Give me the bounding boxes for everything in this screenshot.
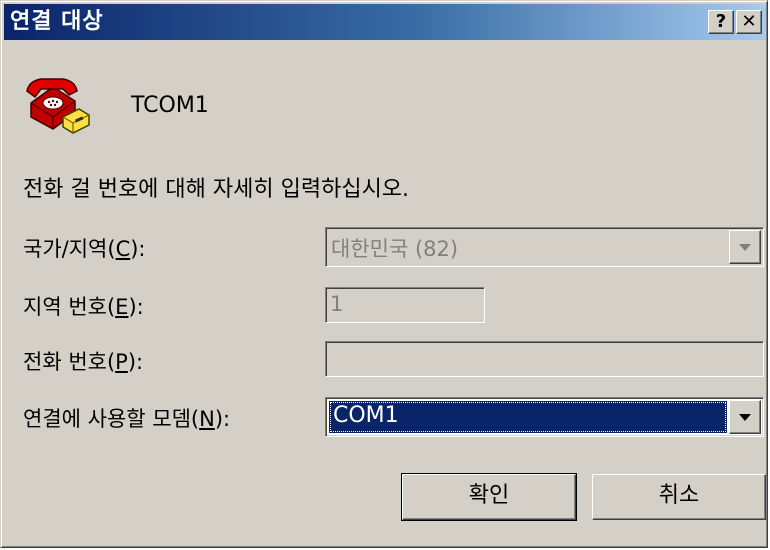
area-code-label: 지역 번호(E):: [23, 291, 144, 321]
modem-value: COM1: [333, 403, 399, 428]
ok-button[interactable]: 확인: [401, 473, 577, 521]
area-code-label-key: E: [115, 295, 129, 319]
connection-name: TCOM1: [131, 93, 209, 118]
modem-label-pre: 연결에 사용할 모뎀(: [23, 407, 200, 431]
country-select[interactable]: 대한민국 (82): [325, 227, 764, 267]
close-button[interactable]: ✕: [736, 10, 762, 34]
modem-select[interactable]: COM1: [325, 397, 764, 437]
window-title: 연결 대상: [10, 9, 104, 34]
phone-number-label-key: P: [115, 350, 128, 374]
country-label: 국가/지역(C):: [23, 233, 146, 263]
chevron-down-icon: [739, 414, 751, 421]
phone-number-label-pre: 전화 번호(: [23, 350, 116, 374]
close-icon: ✕: [741, 11, 757, 32]
country-label-pre: 국가/지역(: [23, 237, 116, 261]
title-bar[interactable]: 연결 대상 ? ✕: [4, 4, 766, 40]
modem-label: 연결에 사용할 모뎀(N):: [23, 403, 230, 433]
area-code-label-post: ):: [128, 295, 144, 319]
modem-selected-item: COM1: [329, 401, 727, 433]
country-dropdown-button[interactable]: [729, 230, 761, 264]
area-code-value: 1: [330, 292, 344, 316]
phone-number-label: 전화 번호(P):: [23, 346, 143, 376]
telephone-icon: [26, 78, 90, 134]
connect-to-dialog: 연결 대상 ? ✕ TCOM1 전화 걸 번호에 대해 자세히 입력하십시오. …: [0, 0, 768, 548]
area-code-input[interactable]: 1: [325, 287, 485, 323]
country-label-key: C: [115, 237, 131, 261]
phone-number-label-post: ):: [127, 350, 144, 374]
help-button[interactable]: ?: [708, 10, 734, 34]
modem-label-post: ):: [214, 407, 231, 431]
instructions-text: 전화 걸 번호에 대해 자세히 입력하십시오.: [23, 177, 410, 202]
help-icon: ?: [715, 11, 727, 32]
modem-label-key: N: [199, 407, 215, 431]
modem-dropdown-button[interactable]: [729, 400, 761, 434]
area-code-label-pre: 지역 번호(: [23, 295, 116, 319]
phone-number-input[interactable]: [325, 341, 764, 377]
country-value: 대한민국 (82): [331, 237, 459, 261]
country-label-post: ):: [130, 237, 146, 261]
cancel-button[interactable]: 취소: [592, 474, 766, 520]
chevron-down-icon: [739, 244, 751, 251]
